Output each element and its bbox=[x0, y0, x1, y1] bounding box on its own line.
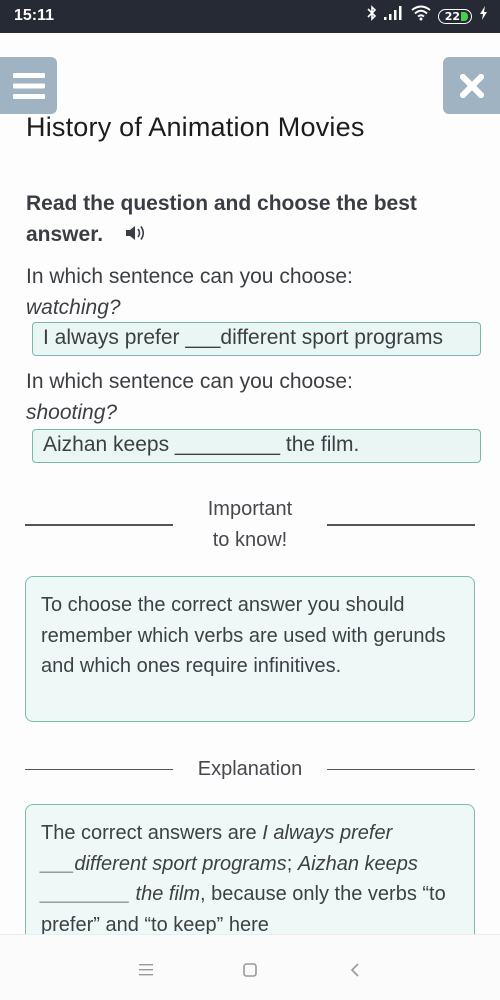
close-button[interactable] bbox=[443, 57, 500, 114]
recent-apps-icon bbox=[139, 964, 153, 976]
divider-line-right bbox=[327, 524, 475, 526]
home-button[interactable] bbox=[235, 955, 265, 985]
divider-line-left bbox=[25, 768, 173, 771]
explanation-heading: Explanation bbox=[197, 758, 303, 780]
divider-line-left bbox=[25, 524, 173, 526]
bluetooth-icon bbox=[367, 4, 377, 28]
question-2-word: shooting? bbox=[26, 401, 118, 424]
question-2-prompt: In which sentence can you choose: bbox=[26, 370, 353, 393]
important-heading-line1: Important bbox=[207, 498, 293, 520]
question-1: In which sentence can you choose: watchi… bbox=[26, 261, 486, 323]
signal-icon bbox=[383, 5, 404, 27]
battery-level: 22 bbox=[444, 9, 460, 23]
answer-option-2[interactable]: Aizhan keeps _________ the film. bbox=[32, 429, 481, 463]
page-title: History of Animation Movies bbox=[26, 112, 365, 142]
divider-line-right bbox=[327, 768, 475, 771]
answer-option-1[interactable]: I always prefer ___different sport progr… bbox=[32, 322, 481, 356]
back-icon bbox=[350, 963, 359, 977]
question-1-prompt: In which sentence can you choose: bbox=[26, 265, 353, 288]
question-1-word: watching? bbox=[26, 296, 121, 319]
important-box: To choose the correct answer you should … bbox=[25, 576, 475, 722]
menu-button[interactable] bbox=[0, 57, 57, 114]
recent-apps-button[interactable] bbox=[131, 955, 161, 985]
wifi-icon bbox=[411, 5, 431, 28]
status-icons: 22 bbox=[367, 4, 488, 28]
charging-icon bbox=[479, 5, 488, 27]
battery-icon: 22 bbox=[437, 8, 472, 24]
explanation-separator: ; bbox=[286, 852, 298, 875]
important-heading-line2: to know! bbox=[212, 529, 288, 551]
navigation-bar bbox=[0, 934, 500, 1000]
important-divider: Important to know! bbox=[25, 494, 475, 556]
important-heading: Important to know! bbox=[185, 494, 315, 556]
status-time: 15:11 bbox=[14, 7, 55, 24]
status-bar: 15:11 22 bbox=[0, 0, 500, 33]
speaker-icon[interactable] bbox=[125, 220, 147, 251]
question-2: In which sentence can you choose: shooti… bbox=[26, 366, 486, 428]
battery-fill bbox=[461, 11, 468, 21]
instruction-text: Read the question and choose the best an… bbox=[26, 192, 417, 246]
close-icon bbox=[459, 73, 484, 98]
explanation-divider: Explanation bbox=[25, 754, 475, 785]
hamburger-menu-icon bbox=[12, 72, 45, 99]
home-icon bbox=[243, 963, 257, 977]
back-button[interactable] bbox=[340, 955, 370, 985]
instruction: Read the question and choose the best an… bbox=[26, 188, 486, 251]
explanation-intro: The correct answers are bbox=[41, 822, 263, 844]
